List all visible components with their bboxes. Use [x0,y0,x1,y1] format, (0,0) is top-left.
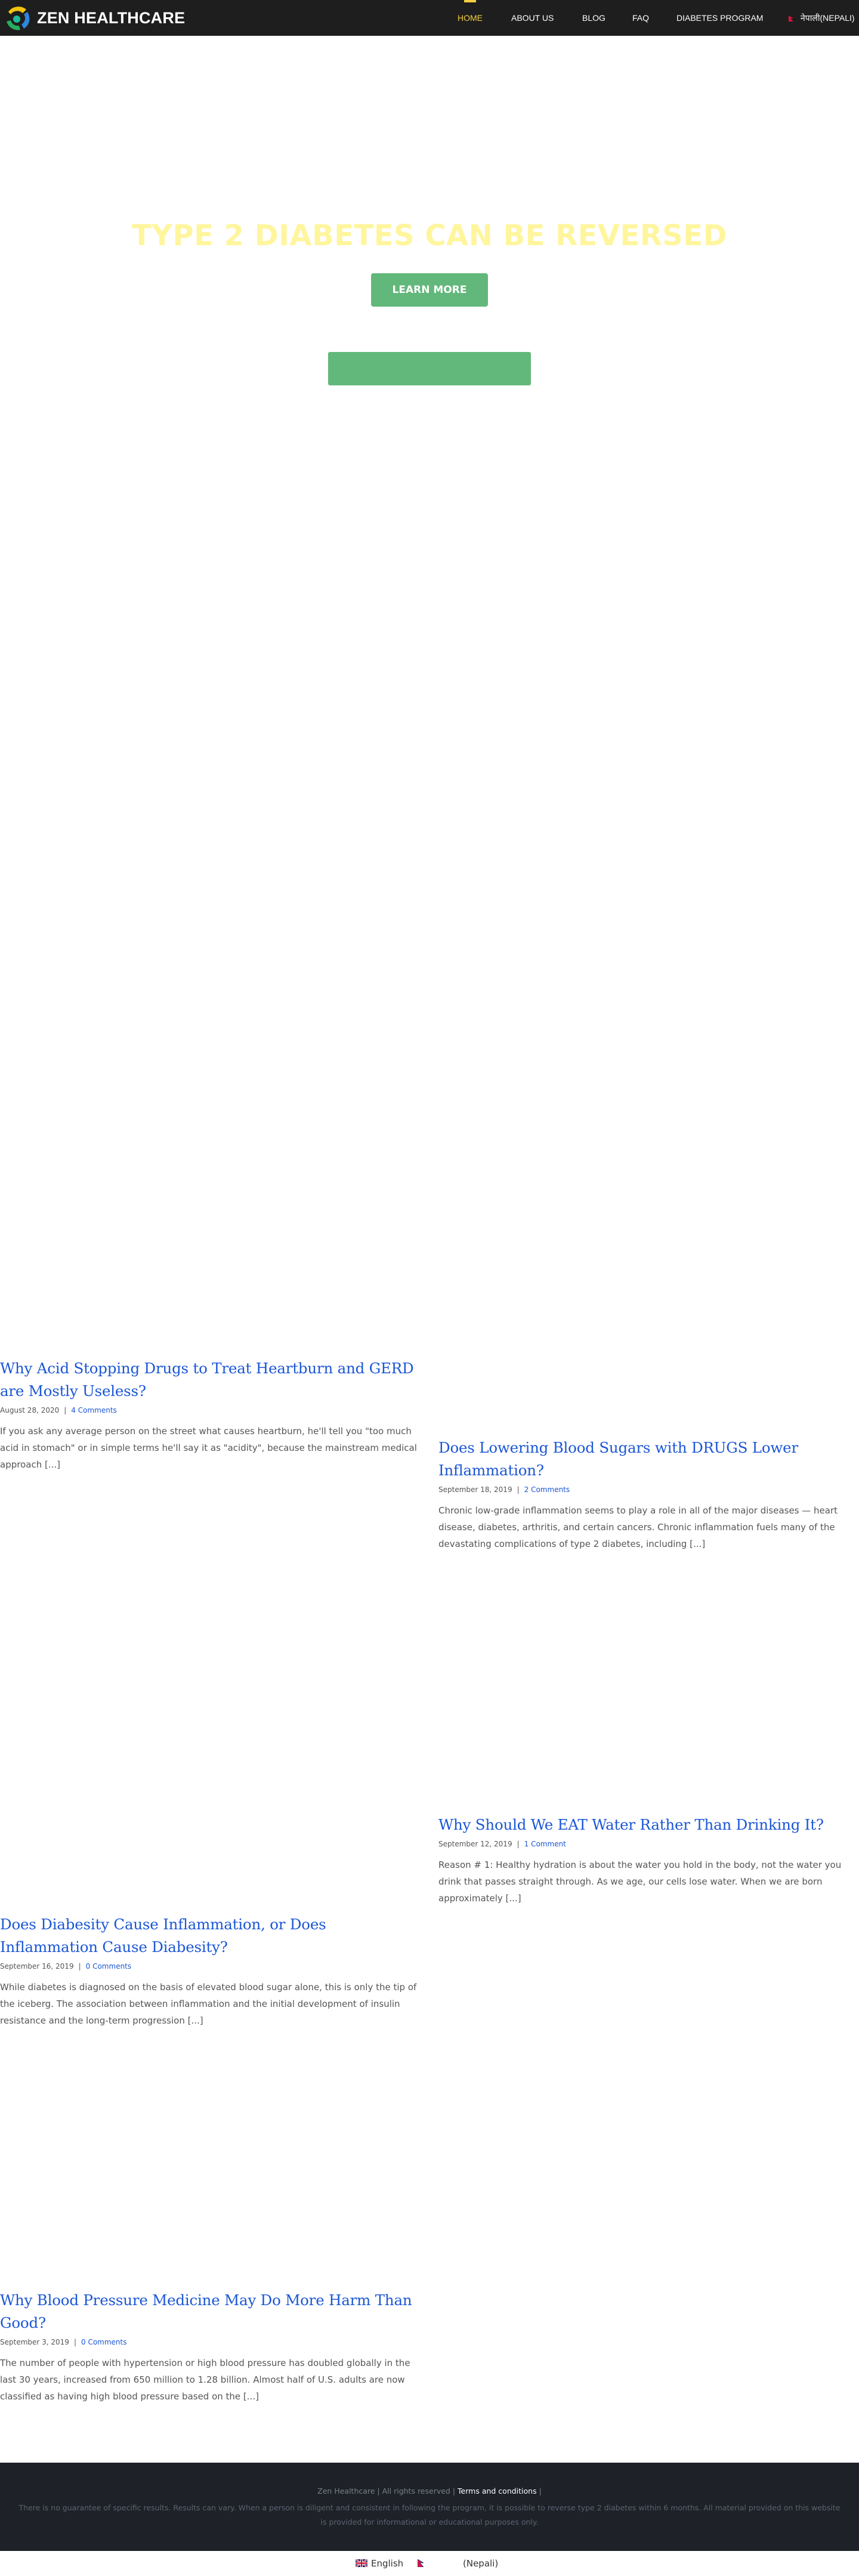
post-card: Does Lowering Blood Sugars with DRUGS Lo… [438,1437,859,1552]
post-meta: September 18, 2019 | 2 Comments [438,1485,570,1494]
language-nepali-label: (Nepali) [463,2558,499,2569]
post-title-link[interactable]: Does Lowering Blood Sugars with DRUGS Lo… [438,1439,798,1479]
post-meta: September 3, 2019 | 0 Comments [0,2338,127,2346]
post-card: Does Diabesity Cause Inflammation, or Do… [0,1913,421,2029]
footer-copyright-line: Zen Healthcare | All rights reserved | T… [0,2487,859,2495]
language-english[interactable]: English [356,2558,403,2569]
uk-flag-icon [356,2559,367,2567]
footer-copyright: Zen Healthcare | All rights reserved | [317,2487,456,2495]
nav-faq[interactable]: FAQ [632,0,649,36]
zen-logo-icon [7,7,30,30]
nav-diabetes-program[interactable]: DIABETES PROGRAM [676,0,763,36]
post-title-link[interactable]: Why Should We EAT Water Rather Than Drin… [438,1816,824,1833]
nav-language[interactable]: नेपाली(Nepali) [789,0,855,36]
nepal-flag-icon [789,16,793,22]
post-excerpt: While diabetes is diagnosed on the basis… [0,1982,417,2026]
post-comments-link[interactable]: 4 Comments [71,1406,117,1414]
post-meta: September 16, 2019 | 0 Comments [0,1962,132,1970]
hero-title: TYPE 2 DIABETES CAN BE REVERSED [131,219,728,252]
post-meta: August 28, 2020 | 4 Comments [0,1406,117,1414]
brand-name: ZEN HEALTHCARE [37,8,186,27]
post-meta: September 12, 2019 | 1 Comment [438,1840,566,1848]
post-title-link[interactable]: Why Blood Pressure Medicine May Do More … [0,2291,412,2331]
post-card: Why Acid Stopping Drugs to Treat Heartbu… [0,1357,421,1473]
footer-disclaimer: There is no guarantee of specific result… [18,2503,841,2526]
post-comments-link[interactable]: 0 Comments [81,2338,127,2346]
post-title-link[interactable]: Does Diabesity Cause Inflammation, or Do… [0,1916,326,1956]
post-excerpt: Chronic low-grade inflammation seems to … [438,1505,838,1549]
post-title-link[interactable]: Why Acid Stopping Drugs to Treat Heartbu… [0,1360,414,1400]
language-switcher: English (Nepali) [0,2551,859,2576]
terms-link[interactable]: Terms and conditions [458,2487,537,2495]
language-english-label: English [371,2558,404,2569]
footer-separator: | [539,2487,542,2495]
post-card: Why Should We EAT Water Rather Than Drin… [438,1814,859,1907]
post-date: September 12, 2019 [438,1840,512,1848]
post-comments-link[interactable]: 1 Comment [524,1840,566,1848]
post-comments-link[interactable]: 2 Comments [524,1485,570,1494]
post-card: Why Blood Pressure Medicine May Do More … [0,2289,421,2405]
site-logo[interactable]: ZEN HEALTHCARE [4,4,185,32]
site-header: ZEN HEALTHCARE HOME ABOUT US BLOG FAQ DI… [0,0,859,36]
post-date: September 3, 2019 [0,2338,69,2346]
nav-blog[interactable]: BLOG [582,0,605,36]
nav-home[interactable]: HOME [458,0,483,36]
hero-green-bar[interactable] [328,352,531,385]
post-date: September 18, 2019 [438,1485,512,1494]
hero-section: TYPE 2 DIABETES CAN BE REVERSED LEARN MO… [0,36,859,1330]
post-excerpt: If you ask any average person on the str… [0,1426,417,1470]
nav-about-us[interactable]: ABOUT US [511,0,554,36]
site-footer: Zen Healthcare | All rights reserved | T… [0,2463,859,2551]
post-date: August 28, 2020 [0,1406,60,1414]
language-nepali[interactable]: (Nepali) [418,2558,498,2569]
post-date: September 16, 2019 [0,1962,74,1970]
nav-language-label: नेपाली(Nepali) [801,13,855,23]
nepal-flag-icon [418,2559,424,2567]
post-excerpt: The number of people with hypertension o… [0,2358,410,2402]
post-comments-link[interactable]: 0 Comments [86,1962,132,1970]
post-excerpt: Reason # 1: Healthy hydration is about t… [438,1860,842,1904]
learn-more-button[interactable]: LEARN MORE [371,273,488,307]
